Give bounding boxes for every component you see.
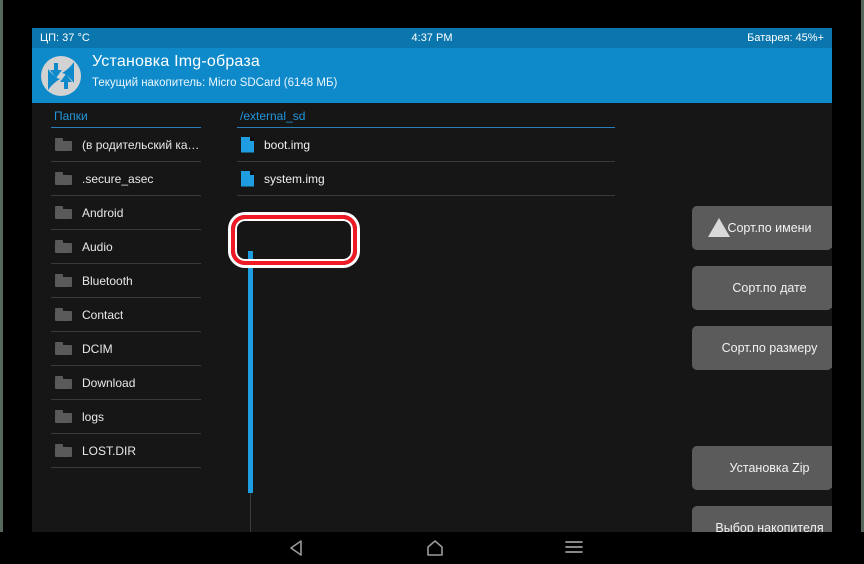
menu-lines-icon[interactable]	[563, 538, 585, 556]
folder-name: .secure_asec	[82, 171, 154, 186]
folder-name: logs	[82, 409, 105, 424]
battery-status: Батарея: 45%+	[747, 32, 824, 44]
folder-row[interactable]: (в родительский каталог)	[51, 128, 201, 162]
scrollbar-thumb[interactable]	[248, 251, 253, 493]
folder-icon	[55, 274, 72, 287]
sort-by-size-button[interactable]: Сорт.по размеру	[692, 326, 832, 370]
file-name: boot.img	[264, 137, 311, 152]
folders-column-header: Папки	[54, 109, 88, 123]
app-header: Установка Img-образа Текущий накопитель:…	[32, 48, 832, 103]
folder-name: LOST.DIR	[82, 443, 137, 458]
folder-list[interactable]: (в родительский каталог) .secure_asec Andr…	[51, 128, 201, 468]
sort-by-date-button[interactable]: Сорт.по дате	[692, 266, 832, 310]
folder-name: Bluetooth	[82, 273, 133, 288]
current-path-label: /external_sd	[240, 109, 306, 123]
device-screen: ЦП: 37 °C 4:37 PM Батарея: 45%+ Установк…	[32, 28, 832, 532]
folder-row[interactable]: Android	[51, 196, 201, 230]
file-icon	[241, 136, 254, 153]
sort-by-name-button[interactable]: Сорт.по имени	[692, 206, 832, 250]
file-name: system.img	[264, 171, 325, 186]
folder-name: Android	[82, 205, 124, 220]
twrp-logo-icon	[40, 55, 82, 97]
folder-row[interactable]: Download	[51, 366, 201, 400]
folder-row[interactable]: DCIM	[51, 332, 201, 366]
triangle-up-icon	[708, 218, 730, 237]
folder-icon	[55, 342, 72, 355]
clock: 4:37 PM	[411, 32, 453, 44]
folder-row[interactable]: Bluetooth	[51, 264, 201, 298]
install-zip-button[interactable]: Установка Zip	[692, 446, 832, 490]
android-nav-bar	[0, 532, 864, 564]
folder-icon	[55, 410, 72, 423]
button-label: Сорт.по дате	[732, 281, 807, 295]
folder-icon	[55, 240, 72, 253]
folder-icon	[55, 138, 72, 151]
button-label: Выбор накопителя	[715, 521, 824, 532]
folder-icon	[55, 308, 72, 321]
page-title: Установка Img-образа	[92, 53, 260, 70]
button-label: Сорт.по размеру	[721, 341, 818, 355]
folder-name: (в родительский каталог)	[82, 137, 201, 152]
folder-icon	[55, 206, 72, 219]
file-row[interactable]: boot.img	[237, 128, 615, 162]
folder-icon	[55, 376, 72, 389]
button-label: Установка Zip	[729, 461, 810, 475]
folder-row[interactable]: Contact	[51, 298, 201, 332]
folder-icon	[55, 172, 72, 185]
frame-edge-left	[0, 0, 3, 564]
button-label: Сорт.по имени	[727, 221, 812, 235]
folder-name: Download	[82, 375, 136, 390]
file-row[interactable]: system.img	[237, 162, 615, 196]
file-browser: Папки /external_sd (в родительский катал…	[32, 103, 832, 532]
home-icon[interactable]	[424, 538, 446, 558]
back-triangle-icon[interactable]	[288, 538, 306, 558]
folder-name: Audio	[82, 239, 113, 254]
file-list[interactable]: boot.img system.img	[237, 128, 615, 468]
current-storage: Текущий накопитель: Micro SDCard (6148 М…	[92, 77, 338, 89]
folder-row[interactable]: Audio	[51, 230, 201, 264]
screenshot-root: ЦП: 37 °C 4:37 PM Батарея: 45%+ Установк…	[0, 0, 864, 564]
folder-name: DCIM	[82, 341, 113, 356]
file-icon	[241, 170, 254, 187]
folder-name: Contact	[82, 307, 124, 322]
folder-row[interactable]: .secure_asec	[51, 162, 201, 196]
select-storage-button[interactable]: Выбор накопителя	[692, 506, 832, 532]
folder-row[interactable]: LOST.DIR	[51, 434, 201, 468]
folder-row[interactable]: logs	[51, 400, 201, 434]
folder-icon	[55, 444, 72, 457]
status-bar: ЦП: 37 °C 4:37 PM Батарея: 45%+	[32, 28, 832, 48]
